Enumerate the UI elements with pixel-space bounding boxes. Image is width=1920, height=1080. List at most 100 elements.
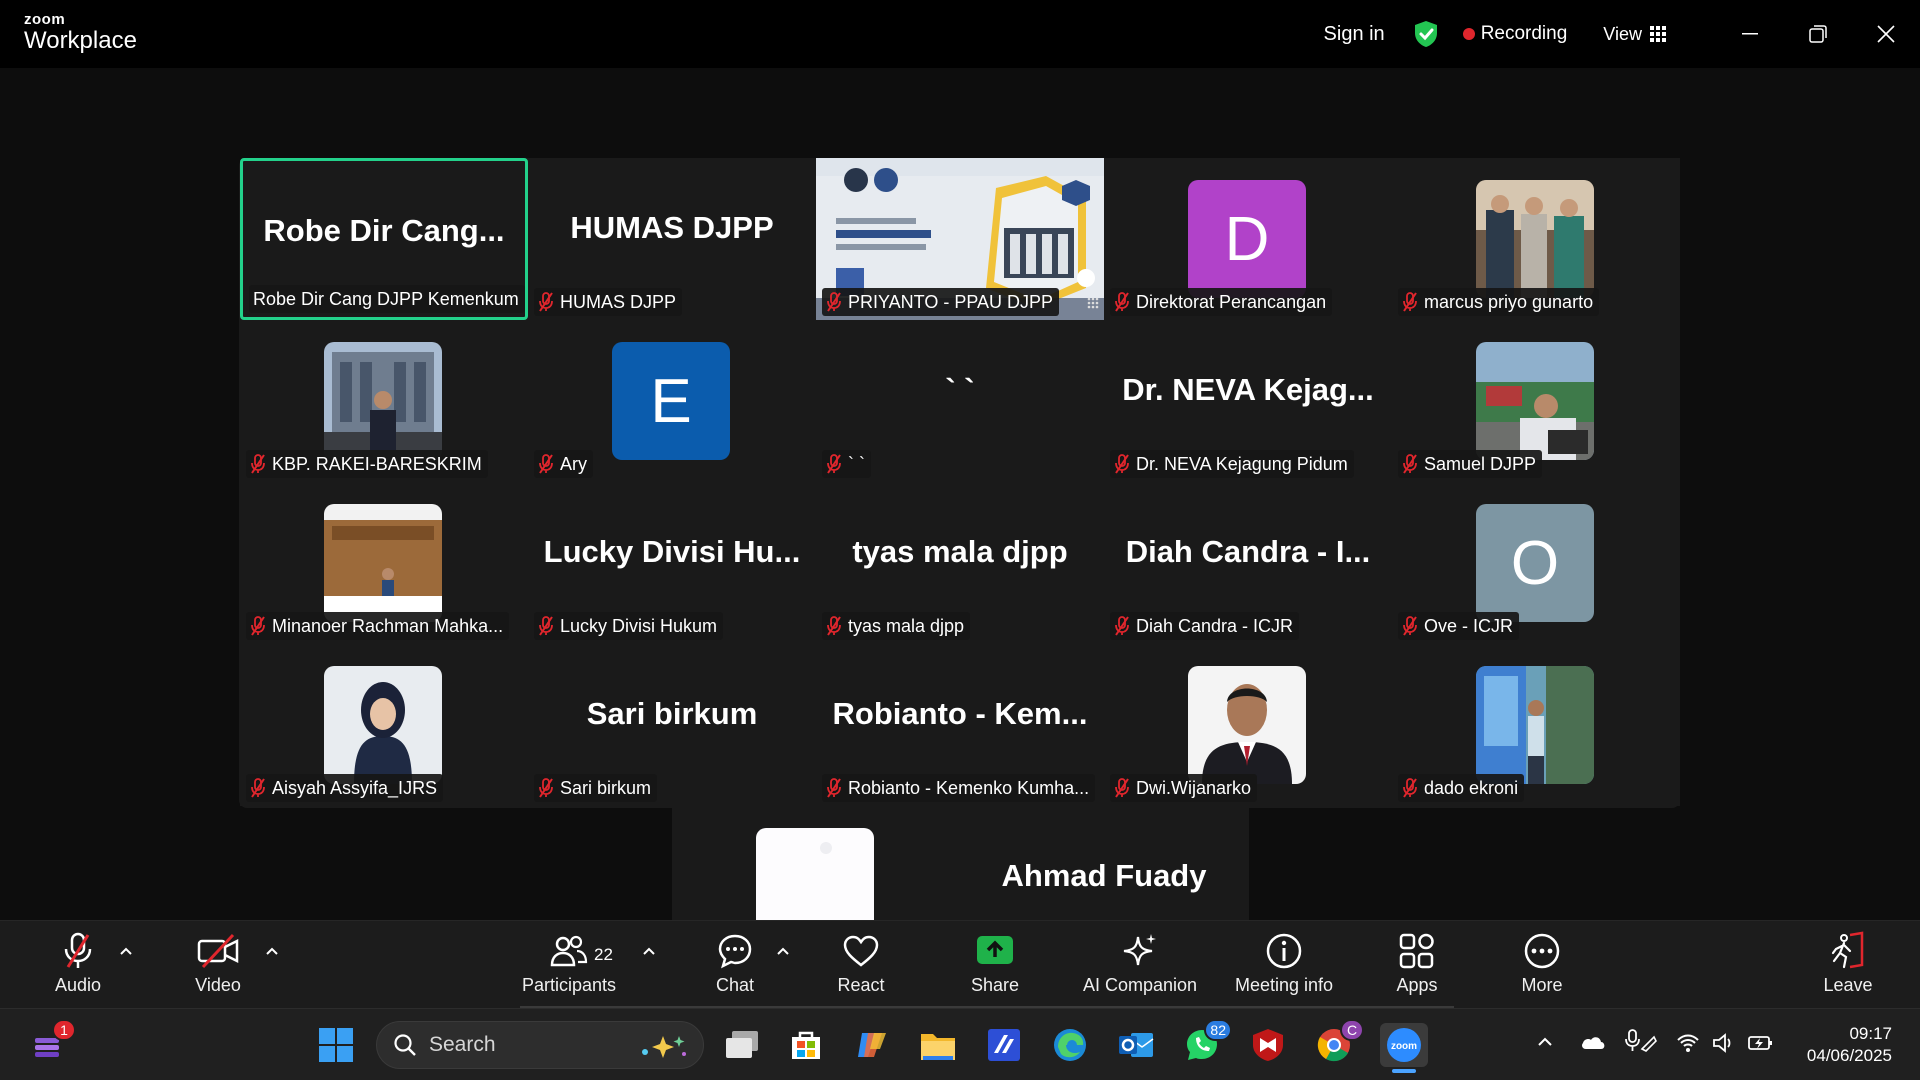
participant-tile[interactable]: Dr. NEVA Kejag... Dr. NEVA Kejagung Pidum [1104,320,1392,482]
participant-tile[interactable]: Sari birkum Sari birkum [528,644,816,806]
drag-handle-icon[interactable] [1086,296,1100,310]
participant-tile[interactable]: Robianto - Kem... Robianto - Kemenko Kumh… [816,644,1104,806]
mic-muted-icon [1403,292,1417,312]
mic-muted-icon [1403,616,1417,636]
taskbar-search[interactable]: Search [376,1021,704,1069]
chrome-profile-badge: C [1340,1019,1364,1041]
participants-button[interactable]: Participants [516,929,622,1009]
audio-button[interactable]: Audio [48,929,108,1009]
participant-tile[interactable]: ` ` ` ` [816,320,1104,482]
mic-in-use-icon[interactable] [1624,1029,1658,1053]
volume-icon[interactable] [1712,1033,1736,1053]
more-button[interactable]: More [1516,929,1568,1009]
outlook-app[interactable] [1116,1025,1156,1065]
participant-tile[interactable]: D Direktorat Perancangan [1104,158,1392,320]
recording-indicator[interactable]: Recording [1462,23,1567,45]
participant-display-name: Lucky Divisi Hu... [543,534,801,569]
battery-charging-icon[interactable] [1748,1033,1774,1053]
microsoft-store-app[interactable] [786,1025,826,1065]
audio-options-chevron-up-icon[interactable] [118,945,134,957]
sign-in-button[interactable]: Sign in [1324,23,1385,46]
participant-display-name: HUMAS DJPP [570,210,774,245]
video-options-chevron-up-icon[interactable] [264,945,280,957]
participant-name: marcus priyo gunarto [1424,291,1594,312]
video-button[interactable]: Video [188,929,248,1009]
restore-button[interactable] [1784,0,1852,68]
widgets-button[interactable]: 1 [28,1019,76,1065]
copilot-app[interactable] [852,1025,892,1065]
participant-display-name: ` ` [945,372,975,407]
close-button[interactable] [1852,0,1920,68]
onedrive-cloud-icon[interactable] [1580,1033,1606,1051]
participant-tile[interactable]: Robe Dir Cang... Robe Dir Cang DJPP Kemen… [240,158,528,320]
info-icon [1266,933,1302,969]
view-button[interactable]: View [1603,24,1666,45]
zoom-active-indicator [1392,1069,1416,1073]
shield-check-icon[interactable] [1413,20,1439,48]
mic-muted-icon [1115,616,1129,636]
leave-button[interactable]: Leave [1822,929,1874,1009]
ai-companion-button[interactable]: AI Companion [1080,929,1200,1009]
participants-icon [550,935,588,967]
start-button[interactable] [316,1025,356,1065]
participant-tile[interactable]: HUMAS DJPP HUMAS DJPP [528,158,816,320]
show-hidden-icons-chevron-up-icon[interactable] [1536,1033,1554,1051]
participant-tile[interactable]: KBP. RAKEI-BARESKRIM [240,320,528,482]
chat-button[interactable]: Chat [710,929,760,1009]
task-view-button[interactable] [722,1025,762,1065]
apps-icon [1399,933,1434,969]
participant-tile[interactable]: marcus priyo gunarto [1392,158,1680,320]
participant-name-tag: tyas mala djpp [822,612,971,640]
participant-name-tag: Ary [534,450,593,478]
participant-tile[interactable]: Lucky Divisi Hu... Lucky Divisi Hukum [528,482,816,644]
wifi-icon[interactable] [1676,1033,1700,1053]
participants-options-chevron-up-icon[interactable] [641,945,657,957]
logo-big-text: Workplace [24,27,137,54]
file-explorer-app[interactable] [918,1025,958,1065]
react-button[interactable]: React [836,929,886,1009]
close-icon [1877,25,1895,43]
apps-button[interactable]: Apps [1392,929,1442,1009]
participant-tile[interactable]: PRIYANTO - PPAU DJPP [816,158,1104,320]
search-icon [394,1034,416,1056]
chrome-app[interactable]: C [1314,1019,1364,1065]
sparkle-icon [1123,934,1156,966]
edge-browser-app[interactable] [1050,1025,1090,1065]
participant-name: Robianto - Kemenko Kumha... [848,777,1090,798]
mic-muted-icon [64,932,92,968]
vpn-app[interactable] [984,1025,1024,1065]
mic-muted-icon [827,616,841,636]
meeting-info-button[interactable]: Meeting info [1228,929,1340,1009]
participant-name-tag: Lucky Divisi Hukum [534,612,724,640]
participant-tile[interactable]: E Ary [528,320,816,482]
ai-companion-label: AI Companion [1082,975,1198,995]
minimize-button[interactable] [1716,0,1784,68]
share-screen-icon [977,936,1013,964]
participant-name-tag: Sari birkum [534,774,658,802]
mic-muted-icon [251,616,265,636]
mic-muted-icon [1115,778,1129,798]
mic-muted-icon [539,292,553,312]
participant-tile[interactable]: tyas mala djpp tyas mala djpp [816,482,1104,644]
search-label: Search [429,1033,496,1056]
mcafee-app[interactable] [1248,1025,1288,1065]
recording-dot-icon [1462,28,1475,40]
participant-photo [1188,666,1306,784]
system-clock[interactable]: 09:17 04/06/2025 [1807,1023,1892,1067]
participant-tile[interactable]: Aisyah Assyifa_IJRS [240,644,528,806]
share-button[interactable]: Share [968,929,1022,1009]
participant-tile[interactable]: Samuel DJPP [1392,320,1680,482]
participant-tile[interactable]: O Ove - ICJR [1392,482,1680,644]
participant-tile[interactable]: Minanoer Rachman Mahka... [240,482,528,644]
participant-display-name: Robe Dir Cang... [263,213,505,248]
participant-name: ` ` [848,453,865,474]
store-bag-icon [792,1031,820,1059]
participant-name-tag: Samuel DJPP [1398,450,1543,478]
participant-tile[interactable]: Diah Candra - I... Diah Candra - ICJR [1104,482,1392,644]
zoom-app[interactable]: zoom [1380,1023,1428,1067]
participants-label: Participants [521,975,617,995]
whatsapp-app[interactable]: 82 [1182,1019,1232,1065]
participant-tile[interactable]: Dwi.Wijanarko [1104,644,1392,806]
chat-options-chevron-up-icon[interactable] [775,945,791,957]
participant-tile[interactable]: dado ekroni [1392,644,1680,806]
